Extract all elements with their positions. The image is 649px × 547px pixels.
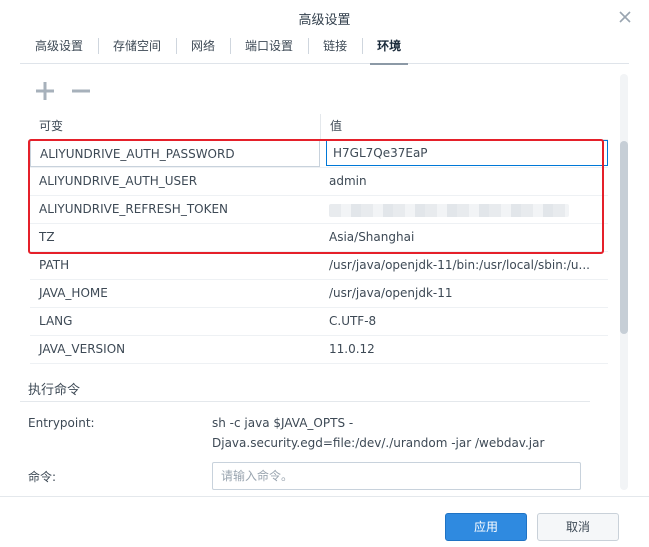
entrypoint-value: sh -c java $JAVA_OPTS - Djava.security.e… (212, 413, 592, 453)
env-value-cell[interactable] (320, 140, 608, 167)
environment-panel: 可变 值 ALIYUNDRIVE_AUTH_PASSWORD ALIYUNDRI… (20, 64, 610, 492)
entrypoint-line-1: sh -c java $JAVA_OPTS - (212, 416, 354, 430)
env-value-cell[interactable]: /usr/java/openjdk-11/bin:/usr/local/sbin… (320, 252, 608, 279)
exec-command-title: 执行命令 (28, 383, 81, 398)
minus-icon (72, 89, 90, 93)
table-row[interactable]: JAVA_HOME /usr/java/openjdk-11 (30, 280, 608, 308)
header-variable[interactable]: 可变 (30, 114, 320, 139)
env-value-cell[interactable]: 11.0.12 (320, 336, 608, 363)
env-name-cell[interactable]: JAVA_VERSION (30, 336, 320, 363)
section-divider (20, 401, 590, 402)
env-name-cell[interactable]: JAVA_HOME (30, 280, 320, 307)
env-name-cell[interactable]: ALIYUNDRIVE_AUTH_USER (30, 168, 320, 195)
env-name-cell[interactable]: ALIYUNDRIVE_AUTH_PASSWORD (30, 140, 320, 167)
command-input[interactable] (212, 462, 581, 490)
env-value-cell[interactable]: C.UTF-8 (320, 308, 608, 335)
plus-icon (36, 82, 54, 100)
cancel-button[interactable]: 取消 (537, 513, 619, 541)
env-toolbar (30, 78, 96, 104)
header-value[interactable]: 值 (320, 114, 608, 139)
env-name-cell[interactable]: PATH (30, 252, 320, 279)
env-name-cell[interactable]: ALIYUNDRIVE_REFRESH_TOKEN (30, 196, 320, 223)
tab-links[interactable]: 链接 (308, 34, 362, 64)
apply-button[interactable]: 应用 (445, 513, 527, 541)
tab-environment[interactable]: 环境 (362, 34, 416, 65)
title-bar: 高级设置 (0, 0, 649, 34)
advanced-settings-dialog: 高级设置 高级设置 存储空间 网络 端口设置 链接 环境 可变 值 ALIYUN… (0, 0, 649, 547)
tab-bar: 高级设置 存储空间 网络 端口设置 链接 环境 (20, 34, 629, 65)
remove-variable-button[interactable] (66, 78, 96, 104)
tab-storage[interactable]: 存储空间 (98, 34, 176, 64)
env-name-cell[interactable]: TZ (30, 224, 320, 251)
tab-advanced-settings[interactable]: 高级设置 (20, 34, 98, 64)
env-value-cell[interactable]: /usr/java/openjdk-11 (320, 280, 608, 307)
tab-network[interactable]: 网络 (176, 34, 230, 64)
table-row[interactable]: ALIYUNDRIVE_REFRESH_TOKEN (30, 196, 608, 224)
table-row[interactable]: ALIYUNDRIVE_AUTH_USER admin (30, 168, 608, 196)
table-row[interactable]: TZ Asia/Shanghai (30, 224, 608, 252)
command-label: 命令: (28, 470, 57, 484)
table-row[interactable]: ALIYUNDRIVE_AUTH_PASSWORD (30, 140, 608, 168)
env-variables-table: 可变 值 ALIYUNDRIVE_AUTH_PASSWORD ALIYUNDRI… (30, 114, 608, 364)
table-row[interactable]: PATH /usr/java/openjdk-11/bin:/usr/local… (30, 252, 608, 280)
scrollbar-thumb[interactable] (620, 141, 628, 334)
close-icon[interactable] (617, 9, 633, 25)
env-value-cell[interactable]: admin (320, 168, 608, 195)
entrypoint-label: Entrypoint: (28, 416, 95, 430)
table-row[interactable]: LANG C.UTF-8 (30, 308, 608, 336)
env-value-cell[interactable]: Asia/Shanghai (320, 224, 608, 251)
dialog-footer: 应用 取消 (0, 496, 649, 547)
env-value-cell[interactable] (320, 196, 608, 223)
table-header: 可变 值 (30, 114, 608, 140)
redacted-token (329, 204, 569, 217)
env-name-cell[interactable]: LANG (30, 308, 320, 335)
tab-port-settings[interactable]: 端口设置 (230, 34, 308, 64)
env-value-input[interactable] (326, 140, 608, 166)
entrypoint-line-2: Djava.security.egd=file:/dev/./urandom -… (212, 436, 545, 450)
dialog-title: 高级设置 (298, 13, 351, 28)
add-variable-button[interactable] (30, 78, 60, 104)
table-row[interactable]: JAVA_VERSION 11.0.12 (30, 336, 608, 364)
